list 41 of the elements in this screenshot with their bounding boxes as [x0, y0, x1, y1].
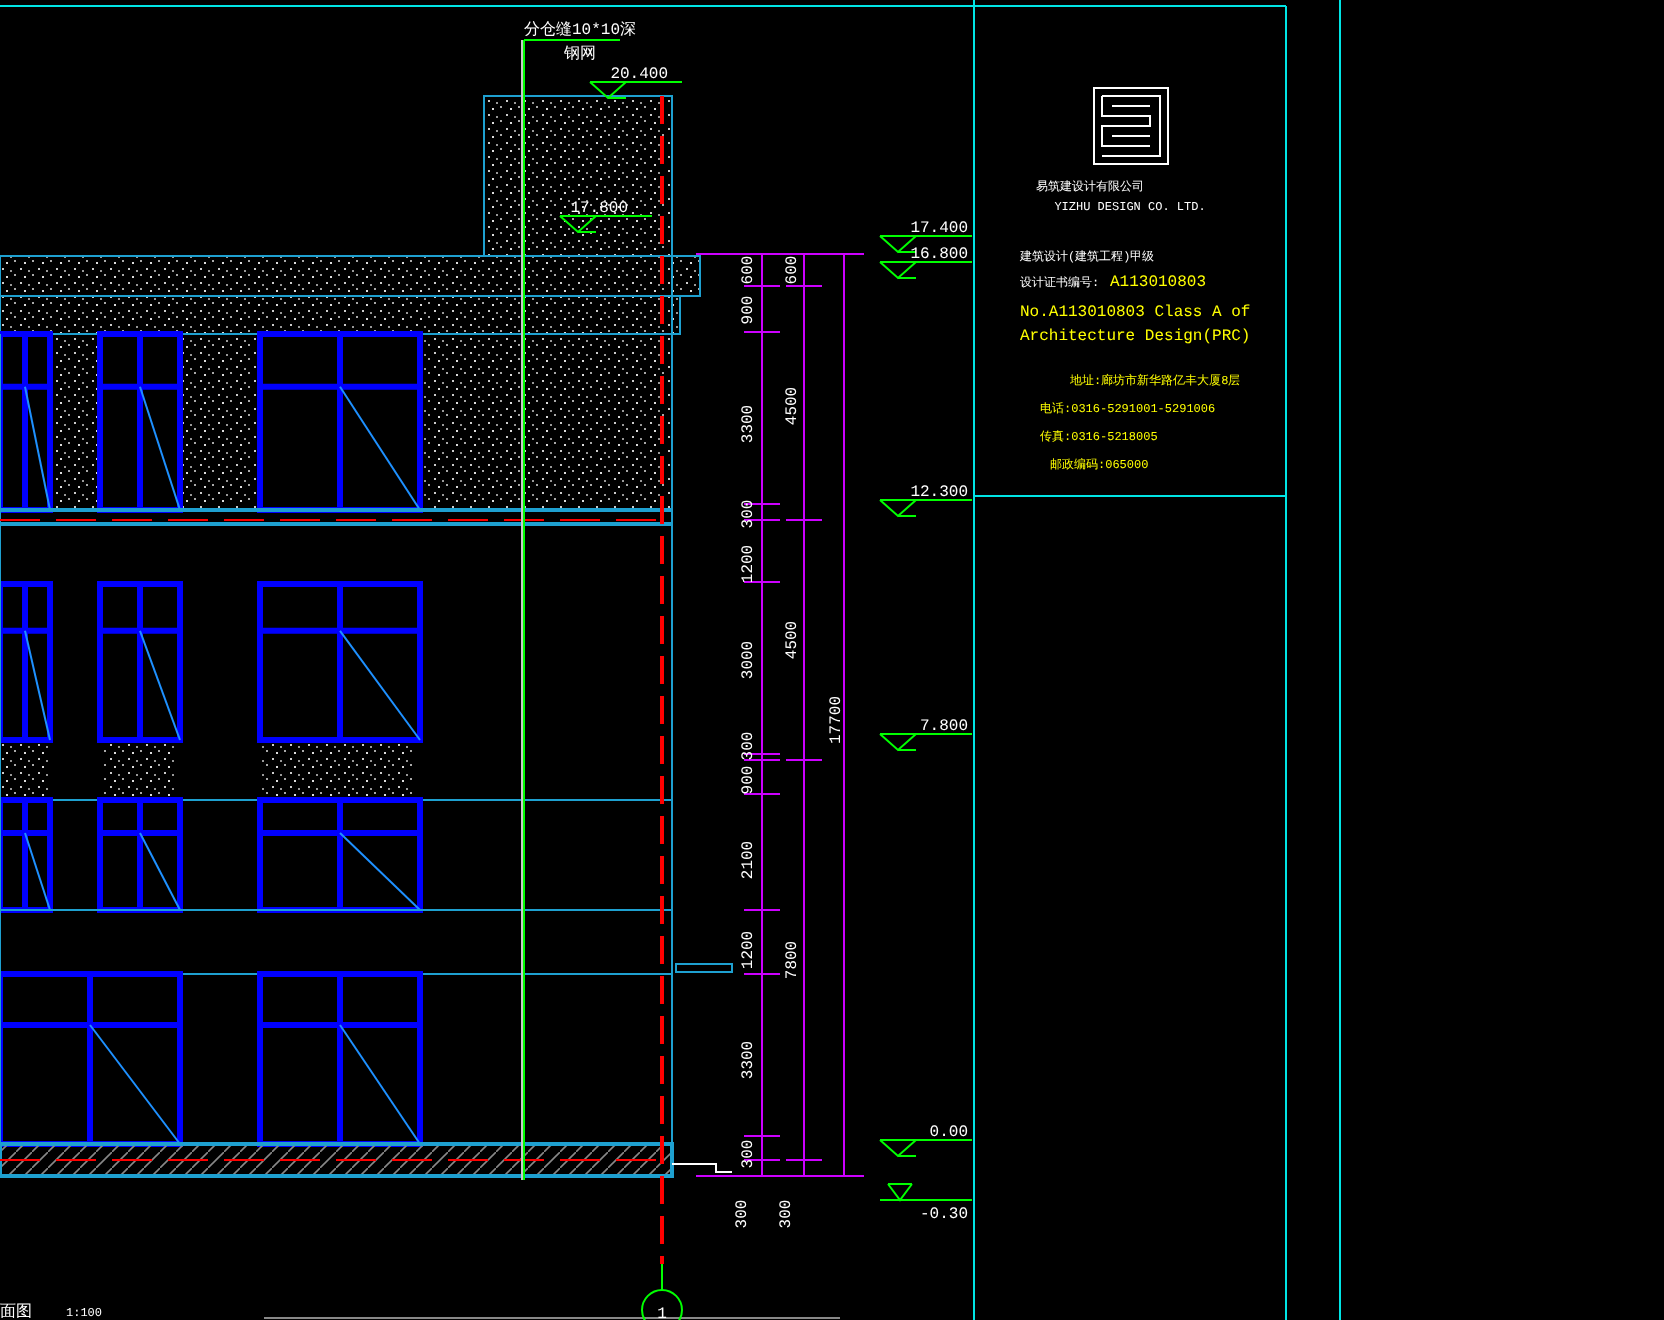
elevation-label: 7.800: [919, 718, 968, 736]
dimension-label: 3300: [740, 1040, 758, 1080]
annotation-text: 钢网: [564, 46, 596, 64]
elevation-label: 20.400: [610, 66, 668, 84]
dimension-label: 300: [734, 1199, 752, 1229]
view-title: 面图: [0, 1304, 32, 1320]
elevation-label: 16.800: [910, 246, 968, 264]
dimension-label: 600: [784, 255, 802, 285]
elevation-label: 17.800: [570, 200, 628, 218]
title-block-text: No.A113010803 Class A of: [1020, 304, 1251, 322]
dimension-label: 1200: [740, 544, 758, 584]
dimension-label: 300: [740, 731, 758, 761]
dimension-label: 300: [740, 1139, 758, 1169]
dimension-label: 300: [740, 499, 758, 529]
elevation-mark: [879, 1183, 973, 1202]
elevation-mark: [879, 499, 973, 518]
elevation-mark: [879, 733, 973, 752]
dimension-label: 600: [740, 255, 758, 285]
elevation-mark: [879, 1139, 973, 1158]
dimension-label: 900: [740, 295, 758, 325]
dimension-label: 3000: [740, 640, 758, 680]
elevation-label: 0.00: [929, 1124, 968, 1142]
elevation-mark: [559, 215, 653, 234]
annotation-text: 分仓缝10*10深: [524, 22, 637, 40]
elevation-label: 12.300: [910, 484, 968, 502]
title-block-text: A113010803: [1110, 274, 1207, 292]
elevation-mark: [589, 81, 683, 100]
dimension-label: 900: [740, 765, 758, 795]
dimension-label: 2100: [740, 840, 758, 880]
dimension-label: 7800: [784, 940, 802, 980]
title-block-text: Architecture Design(PRC): [1020, 328, 1251, 346]
dimension-label: 4500: [784, 386, 802, 426]
elevation-label: -0.30: [919, 1206, 968, 1224]
logo-icon: [1093, 87, 1169, 165]
dimension-label: 4500: [784, 620, 802, 660]
elevation-label: 17.400: [910, 220, 968, 238]
elevation-mark: [879, 261, 973, 280]
dimension-label: 17700: [828, 696, 846, 744]
dimension-label: 300: [778, 1199, 796, 1229]
dimension-label: 1200: [740, 930, 758, 970]
dimension-label: 3300: [740, 404, 758, 444]
